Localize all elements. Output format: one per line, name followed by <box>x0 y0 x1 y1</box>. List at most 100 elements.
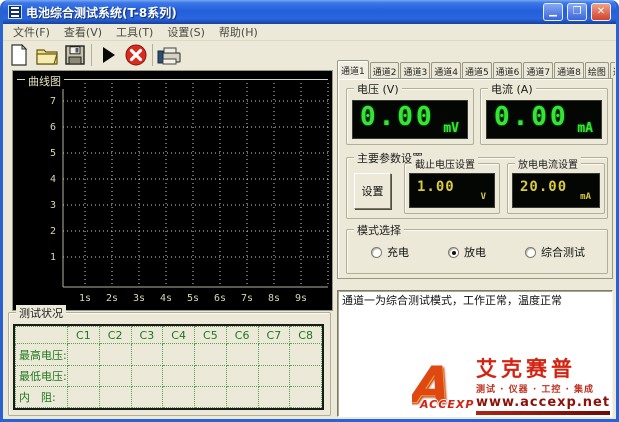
row-label: 最高电压: <box>16 344 68 365</box>
menu-item[interactable]: 帮助(H) <box>212 24 265 40</box>
curve-plot-group: 曲线图 76543211s2s3s4s5s6s7s8s9s <box>12 70 333 311</box>
mode-option-label: 充电 <box>387 244 409 260</box>
logo-url: www.accexp.net <box>476 395 610 410</box>
tab-3[interactable]: 通道3 <box>400 62 430 79</box>
logo-red-bar <box>476 411 610 415</box>
menu-item[interactable]: 工具(T) <box>109 24 160 40</box>
voltage-group-label: 电压 (V) <box>354 81 402 97</box>
tab-6[interactable]: 通道6 <box>493 62 523 79</box>
menu-item[interactable]: 文件(F) <box>6 24 57 40</box>
table-cell <box>195 386 227 407</box>
logo-brand-cn: 艾克赛普 <box>476 357 610 381</box>
table-cell <box>290 365 322 386</box>
svg-text:1s: 1s <box>79 293 91 304</box>
toolbar <box>5 41 183 68</box>
column-header: C4 <box>163 327 195 344</box>
discharge-current-label: 放电电流设置 <box>515 156 581 171</box>
cutoff-voltage-label: 截止电压设置 <box>412 156 478 171</box>
status-group-label: 测试状况 <box>16 305 66 321</box>
svg-text:3: 3 <box>50 200 56 211</box>
close-button[interactable]: ✕ <box>591 3 611 21</box>
svg-text:1: 1 <box>50 252 56 263</box>
svg-text:5s: 5s <box>187 293 199 304</box>
logo: A ACCEXP 艾克赛普 测试 · 仪器 · 工控 · 集成 www.acce… <box>412 356 610 414</box>
table-cell <box>99 386 131 407</box>
mode-option-label: 综合测试 <box>541 244 585 260</box>
svg-text:8s: 8s <box>268 293 280 304</box>
tab-1[interactable]: 通道1 <box>337 60 369 79</box>
current-display: 0.00 mA <box>486 100 602 139</box>
row-label: 最低电压: <box>16 365 68 386</box>
curve-plot-title: 曲线图 <box>25 73 64 89</box>
run-button[interactable] <box>94 42 122 68</box>
menu-item[interactable]: 查看(V) <box>57 24 109 40</box>
table-cell <box>163 386 195 407</box>
discharge-current-display: 20.00 mA <box>512 173 600 208</box>
window-body: 曲线图 76543211s2s3s4s5s6s7s8s9s 测试状况 C1C2C… <box>3 41 616 419</box>
svg-text:4s: 4s <box>160 293 172 304</box>
voltage-unit: mV <box>443 121 459 136</box>
tab-7[interactable]: 通道7 <box>523 62 553 79</box>
current-group-label: 电流 (A) <box>488 81 536 97</box>
minimize-button[interactable]: ▁ <box>543 3 563 21</box>
table-cell <box>258 365 290 386</box>
table-cell <box>195 344 227 365</box>
column-header: C2 <box>99 327 131 344</box>
message-box[interactable]: 通道一为综合测试模式，工作正常，温度正常 A ACCEXP 艾克赛普 测试 · … <box>337 290 613 417</box>
discharge-current-group: 放电电流设置 20.00 mA <box>507 163 605 214</box>
status-table: C1C2C3C4C5C6C7C8最高电压:最低电压:内 阻: <box>15 326 322 408</box>
column-header: C5 <box>195 327 227 344</box>
table-cell <box>195 365 227 386</box>
new-file-icon <box>8 44 30 66</box>
stop-button[interactable] <box>122 42 150 68</box>
table-cell <box>131 344 163 365</box>
table-cell <box>163 365 195 386</box>
maximize-button[interactable]: ❐ <box>567 3 587 21</box>
tab-5[interactable]: 通道5 <box>462 62 492 79</box>
row-label: 内 阻: <box>16 386 68 407</box>
tab-8[interactable]: 通道8 <box>554 62 584 79</box>
mode-group: 模式选择 充电放电综合测试 <box>346 229 608 274</box>
status-table-frame: C1C2C3C4C5C6C7C8最高电压:最低电压:内 阻: <box>13 324 324 410</box>
cutoff-voltage-display: 1.00 V <box>409 173 495 208</box>
svg-text:3s: 3s <box>133 293 145 304</box>
table-cell <box>226 365 258 386</box>
svg-text:5: 5 <box>50 148 56 159</box>
svg-text:2: 2 <box>50 226 56 237</box>
voltage-group: 电压 (V) 0.00 mV <box>346 88 474 145</box>
table-cell <box>290 344 322 365</box>
cutoff-voltage-value: 1.00 <box>417 179 455 195</box>
mode-option-2[interactable]: 放电 <box>448 244 486 260</box>
radio-icon <box>448 247 459 258</box>
toolbar-separator <box>152 44 153 66</box>
menu-item[interactable]: 设置(S) <box>160 24 212 40</box>
mode-option-1[interactable]: 充电 <box>371 244 409 260</box>
column-header: C7 <box>258 327 290 344</box>
table-row: 内 阻: <box>16 386 322 407</box>
table-cell <box>99 365 131 386</box>
set-button[interactable]: 设置 <box>354 173 391 209</box>
print-button[interactable] <box>155 42 183 68</box>
mode-option-3[interactable]: 综合测试 <box>525 244 585 260</box>
tab-10[interactable]: 通用 <box>610 62 615 79</box>
save-icon <box>64 44 86 66</box>
status-group: 测试状况 C1C2C3C4C5C6C7C8最高电压:最低电压:内 阻: <box>8 312 331 416</box>
mode-option-label: 放电 <box>464 244 486 260</box>
new-file-button[interactable] <box>5 42 33 68</box>
save-file-button[interactable] <box>61 42 89 68</box>
cutoff-voltage-unit: V <box>481 192 486 202</box>
app-icon <box>8 5 22 19</box>
tab-9[interactable]: 绘图 <box>585 62 609 79</box>
svg-text:7: 7 <box>50 96 56 107</box>
table-cell <box>131 365 163 386</box>
radio-icon <box>525 247 536 258</box>
svg-text:2s: 2s <box>106 293 118 304</box>
open-file-button[interactable] <box>33 42 61 68</box>
current-unit: mA <box>577 121 593 136</box>
discharge-current-value: 20.00 <box>520 179 567 195</box>
logo-brand-en: ACCEXP <box>420 398 474 411</box>
current-group: 电流 (A) 0.00 mA <box>480 88 608 145</box>
tab-4[interactable]: 通道4 <box>431 62 461 79</box>
tab-2[interactable]: 通道2 <box>370 62 400 79</box>
table-cell <box>258 386 290 407</box>
